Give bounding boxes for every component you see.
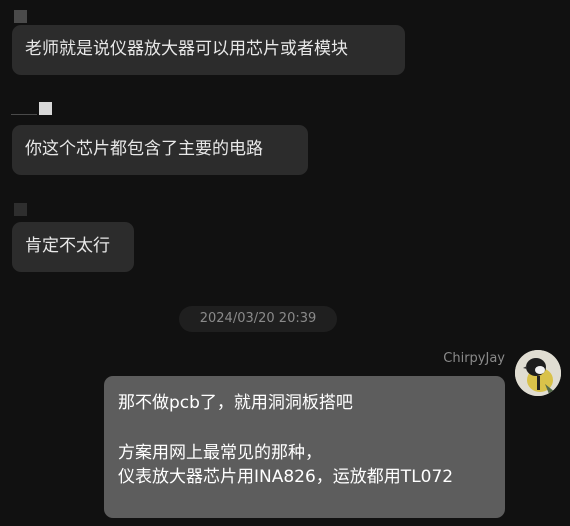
message-text: 肯定不太行 (25, 236, 110, 256)
timestamp-divider: 2024/03/20 20:39 (179, 306, 337, 332)
message-text: 老师就是说仪器放大器可以用芯片或者模块 (25, 39, 348, 59)
message-text: 你这个芯片都包含了主要的电路 (25, 139, 263, 159)
redacted-sender-mark (14, 203, 27, 216)
incoming-message-bubble[interactable]: 你这个芯片都包含了主要的电路 (12, 125, 308, 175)
message-line: 仪表放大器芯片用INA826，运放都用TL072 (118, 467, 454, 487)
redacted-sender-mark (11, 114, 37, 115)
bird-avatar-icon[interactable] (515, 350, 561, 396)
incoming-message-bubble[interactable]: 老师就是说仪器放大器可以用芯片或者模块 (12, 25, 405, 75)
redacted-sender-mark (39, 102, 52, 115)
sender-name: ChirpyJay (443, 351, 505, 366)
outgoing-message-bubble[interactable]: 那不做pcb了，就用洞洞板搭吧 方案用网上最常见的那种， 仪表放大器芯片用INA… (104, 376, 505, 518)
redacted-sender-mark (14, 10, 27, 23)
message-line: 那不做pcb了，就用洞洞板搭吧 (118, 393, 353, 413)
incoming-message-bubble[interactable]: 肯定不太行 (12, 222, 134, 272)
message-line: 方案用网上最常见的那种， (118, 443, 322, 463)
